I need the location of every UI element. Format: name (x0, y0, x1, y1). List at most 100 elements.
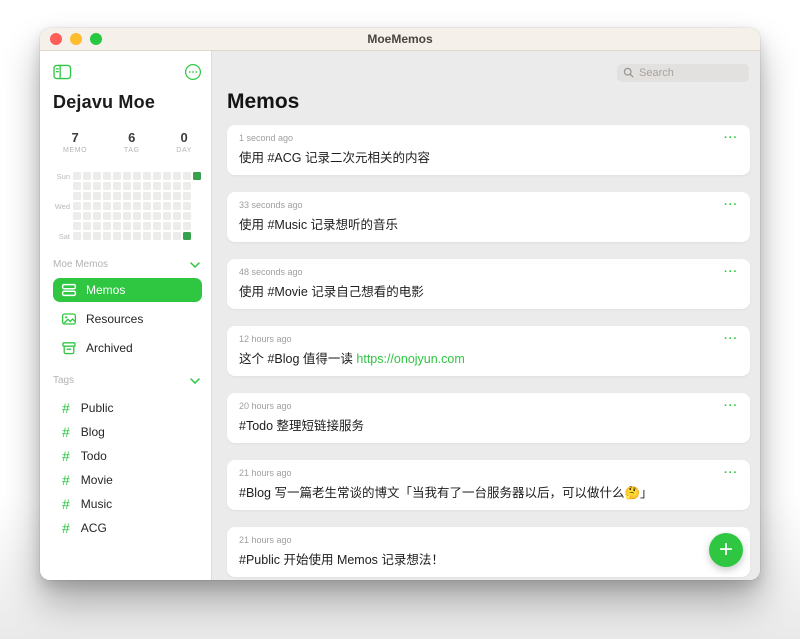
heatmap-cell (103, 172, 111, 180)
heatmap-cell (73, 212, 81, 220)
toggle-sidebar-button[interactable] (53, 64, 72, 80)
app-window: MoeMemos (40, 28, 760, 580)
memo-content: #Todo 整理短链接服务 (239, 418, 738, 434)
heatmap-cell (83, 172, 91, 180)
sidebar-item-resources[interactable]: Resources (53, 307, 202, 331)
heatmap-cell (143, 192, 151, 200)
stat-label: TAG (124, 147, 140, 154)
memo-content: 这个 #Blog 值得一读 https://onojyun.com (239, 351, 738, 367)
hash-icon: # (62, 497, 70, 511)
memo-link[interactable]: https://onojyun.com (356, 352, 464, 366)
memo-card[interactable]: 21 hours ago ··· #Public 开始使用 Memos 记录想法… (227, 527, 750, 577)
heatmap-cell (93, 212, 101, 220)
heatmap-cell (173, 232, 181, 240)
close-button[interactable] (50, 33, 62, 45)
tag-label: ACG (81, 521, 107, 535)
sidebar-tag-item[interactable]: # ACG (53, 516, 202, 540)
page-title: Memos (227, 90, 752, 114)
heatmap-cell (133, 222, 141, 230)
zoom-button[interactable] (90, 33, 102, 45)
sidebar-item-memos[interactable]: Memos (53, 278, 202, 302)
heatmap-cell (83, 192, 91, 200)
heatmap-cell (163, 222, 171, 230)
sidebar-tag-item[interactable]: # Todo (53, 444, 202, 468)
memo-content: 使用 #Movie 记录自己想看的电影 (239, 284, 738, 300)
sidebar-toggle-icon (53, 64, 72, 80)
stat-value: 0 (176, 130, 192, 145)
heatmap-cell (153, 172, 161, 180)
heatmap-cell (183, 182, 191, 190)
memo-more-icon[interactable]: ··· (724, 201, 738, 209)
heatmap-cell (153, 232, 161, 240)
heatmap-cell (73, 232, 81, 240)
heatmap-cell (93, 172, 101, 180)
heatmap-cell (163, 172, 171, 180)
tag-label: Todo (81, 449, 107, 463)
chevron-down-icon[interactable] (190, 262, 200, 268)
menu-item-label: Memos (86, 283, 125, 297)
memo-card[interactable]: 20 hours ago ··· #Todo 整理短链接服务 (227, 393, 750, 443)
heatmap-cell (153, 192, 161, 200)
heatmap-cell (73, 202, 81, 210)
memos-icon (61, 282, 77, 298)
tag-label: Blog (81, 425, 105, 439)
heatmap-cell (173, 172, 181, 180)
memo-card[interactable]: 48 seconds ago ··· 使用 #Movie 记录自己想看的电影 (227, 259, 750, 309)
stat-value: 6 (124, 130, 140, 145)
activity-heatmap: Sun Wed Sat (53, 172, 202, 244)
heatmap-cell (183, 202, 191, 210)
heatmap-grid (73, 172, 202, 240)
memo-more-icon[interactable]: ··· (724, 268, 738, 276)
heatmap-cell (133, 182, 141, 190)
heatmap-cell (193, 222, 201, 230)
heatmap-cell (123, 192, 131, 200)
sidebar-tag-item[interactable]: # Movie (53, 468, 202, 492)
memo-card[interactable]: 1 second ago ··· 使用 #ACG 记录二次元相关的内容 (227, 125, 750, 175)
search-input[interactable] (617, 64, 749, 82)
memo-more-icon[interactable]: ··· (724, 469, 738, 477)
memo-more-icon[interactable]: ··· (724, 402, 738, 410)
sidebar: Dejavu Moe 7 MEMO 6 TAG 0 DAY (40, 51, 212, 580)
memo-more-icon[interactable]: ··· (724, 134, 738, 142)
hash-icon: # (62, 401, 70, 415)
minimize-button[interactable] (70, 33, 82, 45)
heatmap-cell (73, 192, 81, 200)
titlebar[interactable]: MoeMemos (40, 28, 760, 51)
heatmap-cell (153, 202, 161, 210)
sidebar-item-archived[interactable]: Archived (53, 336, 202, 360)
heatmap-day-label: Sun (53, 173, 70, 181)
memo-more-icon[interactable]: ··· (724, 335, 738, 343)
stat-block: 6 TAG (124, 130, 140, 154)
heatmap-cell (153, 212, 161, 220)
heatmap-cell (113, 182, 121, 190)
heatmap-cell (163, 182, 171, 190)
chevron-down-icon[interactable] (190, 378, 200, 384)
heatmap-cell (143, 212, 151, 220)
stat-label: DAY (176, 147, 192, 154)
heatmap-cell (83, 182, 91, 190)
memo-card[interactable]: 21 hours ago ··· #Blog 写一篇老生常谈的博文「当我有了一台… (227, 460, 750, 510)
window-title: MoeMemos (40, 32, 760, 46)
ellipsis-circle-icon (184, 63, 202, 81)
heatmap-cell (83, 222, 91, 230)
tag-label: Movie (81, 473, 113, 487)
heatmap-cell (123, 212, 131, 220)
heatmap-cell (193, 212, 201, 220)
more-options-button[interactable] (184, 63, 202, 81)
heatmap-cell (123, 182, 131, 190)
memo-card[interactable]: 12 hours ago ··· 这个 #Blog 值得一读 https://o… (227, 326, 750, 376)
sidebar-tag-item[interactable]: # Public (53, 396, 202, 420)
add-memo-button[interactable]: + (709, 533, 743, 567)
heatmap-cell (113, 212, 121, 220)
heatmap-cell (163, 212, 171, 220)
tag-label: Public (81, 401, 114, 415)
heatmap-cell (193, 202, 201, 210)
sidebar-tag-item[interactable]: # Blog (53, 420, 202, 444)
heatmap-cell (163, 202, 171, 210)
memo-list: 1 second ago ··· 使用 #ACG 记录二次元相关的内容 33 s… (227, 125, 752, 577)
heatmap-cell (103, 222, 111, 230)
memo-card[interactable]: 33 seconds ago ··· 使用 #Music 记录想听的音乐 (227, 192, 750, 242)
memo-timestamp: 1 second ago (239, 133, 293, 143)
heatmap-cell (103, 232, 111, 240)
sidebar-tag-item[interactable]: # Music (53, 492, 202, 516)
